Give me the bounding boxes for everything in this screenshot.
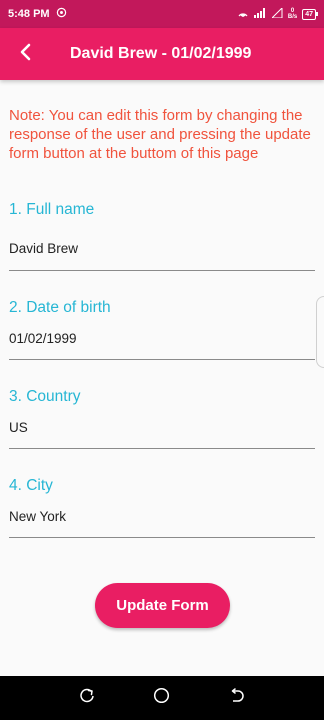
input-underline (9, 537, 315, 538)
battery-indicator: 47 (302, 8, 318, 20)
field-country: 3. Country US (9, 388, 315, 449)
edge-panel-handle[interactable] (316, 296, 324, 368)
status-time: 5:48 PM (8, 8, 50, 20)
back-button[interactable] (0, 28, 52, 80)
home-icon (153, 687, 170, 709)
status-bar: 5:48 PM 0 B/s 47 (0, 0, 324, 28)
field-city: 4. City New York (9, 477, 315, 538)
navigation-bar (0, 676, 324, 720)
net-speed: 0 B/s (287, 8, 298, 20)
back-nav-button[interactable] (227, 687, 247, 709)
input-underline (9, 448, 315, 449)
home-button[interactable] (152, 687, 172, 709)
app-bar: David Brew - 01/02/1999 (0, 28, 324, 80)
field-label: 4. City (9, 477, 53, 494)
input-underline (9, 359, 315, 360)
signal-icon (253, 7, 267, 21)
country-input[interactable]: US (9, 420, 28, 435)
back-nav-icon (229, 687, 245, 709)
hotspot-icon (237, 7, 249, 21)
recent-apps-icon (79, 688, 95, 709)
field-label: 2. Date of birth (9, 299, 111, 316)
date-of-birth-input[interactable]: 01/02/1999 (9, 331, 77, 346)
update-form-button[interactable]: Update Form (95, 583, 230, 628)
field-label: 3. Country (9, 388, 81, 405)
city-input[interactable]: New York (9, 509, 66, 524)
arrow-left-icon (17, 43, 35, 66)
field-date-of-birth: 2. Date of birth 01/02/1999 (9, 299, 315, 360)
input-underline (9, 270, 315, 271)
recent-apps-button[interactable] (77, 688, 97, 708)
edit-note: Note: You can edit this form by changing… (9, 107, 311, 162)
page-title: David Brew - 01/02/1999 (70, 45, 252, 62)
field-full-name: 1. Full name David Brew (9, 201, 315, 271)
full-name-input[interactable]: David Brew (9, 241, 78, 256)
field-label: 1. Full name (9, 201, 95, 218)
signal-empty-icon (270, 6, 283, 21)
sync-icon (56, 7, 67, 21)
